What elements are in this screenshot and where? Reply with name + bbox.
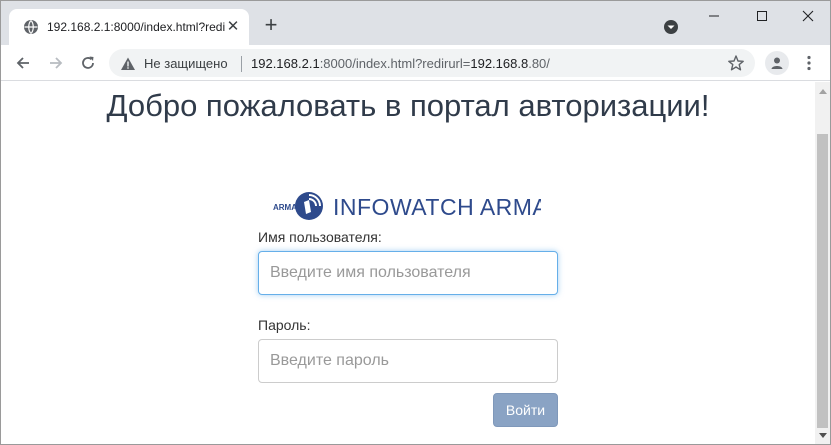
url-path: :8000/index.html?redirurl= <box>319 56 471 71</box>
not-secure-label[interactable]: Не защищено <box>144 56 228 71</box>
url-query-host: 192.168.8 <box>470 56 529 71</box>
page-viewport: Добро пожаловать в портал авторизации! A… <box>1 82 815 444</box>
bookmark-star-icon[interactable] <box>727 54 745 72</box>
infowatch-arma-logo: ARMA INFOWATCH ARMA <box>271 190 548 222</box>
username-label: Имя пользователя: <box>258 229 382 245</box>
profile-avatar-icon[interactable] <box>765 51 789 75</box>
scroll-up-arrow-icon[interactable] <box>815 82 830 99</box>
forward-arrow-icon[interactable] <box>44 51 68 75</box>
address-separator <box>241 56 242 72</box>
url-text[interactable]: 192.168.2.1:8000/index.html?redirurl=192… <box>251 56 550 71</box>
logo-small-text: ARMA <box>273 203 297 212</box>
minimize-window-button[interactable] <box>691 1 737 31</box>
address-bar[interactable]: Не защищено 192.168.2.1:8000/index.html?… <box>109 49 755 77</box>
tab-strip: 192.168.2.1:8000/index.html?redirurl=192… <box>1 1 830 45</box>
url-query-rest: .80/ <box>528 56 550 71</box>
page-scrollbar[interactable] <box>815 82 830 444</box>
reload-icon[interactable] <box>76 51 100 75</box>
tab-close-icon[interactable]: ✕ <box>225 19 241 35</box>
browser-menu-icon[interactable] <box>799 51 819 75</box>
username-input[interactable] <box>258 251 558 295</box>
browser-toolbar: Не защищено 192.168.2.1:8000/index.html?… <box>1 45 830 81</box>
browser-window: 192.168.2.1:8000/index.html?redirurl=192… <box>0 0 831 445</box>
url-host: 192.168.2.1 <box>251 56 320 71</box>
tab-title: 192.168.2.1:8000/index.html?redirurl=192… <box>47 20 225 34</box>
scrollbar-thumb[interactable] <box>817 134 828 428</box>
new-tab-button[interactable]: + <box>259 14 283 38</box>
back-arrow-icon[interactable] <box>11 51 35 75</box>
close-window-button[interactable] <box>785 1 830 31</box>
logo-text: INFOWATCH ARMA <box>333 194 541 220</box>
login-button[interactable]: Войти <box>493 393 558 427</box>
warning-icon[interactable] <box>120 56 136 72</box>
maximize-window-button[interactable] <box>739 1 785 31</box>
page-title: Добро пожаловать в портал авторизации! <box>106 88 710 123</box>
tab-search-icon[interactable] <box>663 19 679 35</box>
browser-tab[interactable]: 192.168.2.1:8000/index.html?redirurl=192… <box>9 9 249 45</box>
password-input[interactable] <box>258 339 558 383</box>
password-label: Пароль: <box>258 317 311 333</box>
globe-icon <box>23 19 39 35</box>
scroll-down-arrow-icon[interactable] <box>815 427 830 444</box>
